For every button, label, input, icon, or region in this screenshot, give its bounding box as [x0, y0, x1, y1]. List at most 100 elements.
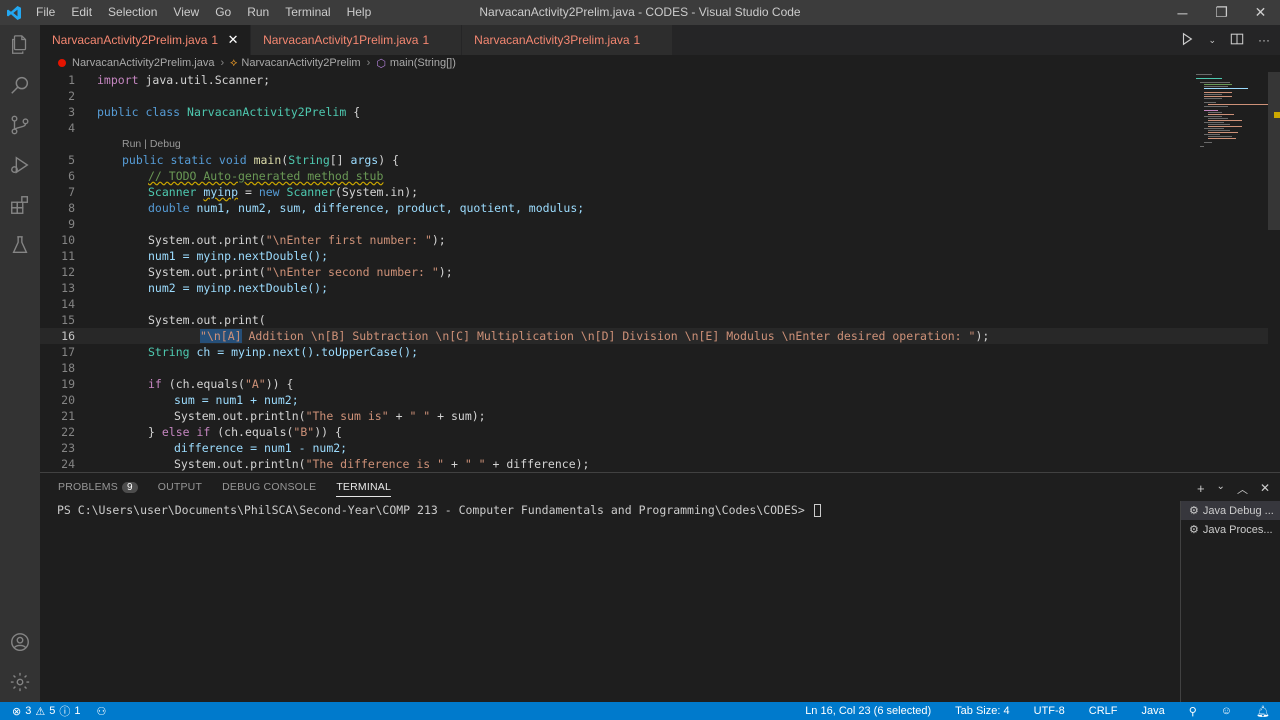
menu-terminal[interactable]: Terminal: [277, 0, 338, 25]
code-line: public class NarvacanActivity2Prelim {: [97, 105, 361, 119]
line-ending[interactable]: CRLF: [1089, 705, 1118, 717]
warning-marker: [1274, 112, 1280, 118]
settings-gear-icon[interactable]: [0, 662, 40, 702]
warning-icon: ⚠: [35, 705, 46, 718]
encoding[interactable]: UTF-8: [1034, 705, 1065, 717]
code-line: System.out.print("\nEnter first number: …: [148, 233, 446, 247]
code-line: sum = num1 + num2;: [174, 393, 299, 407]
codelens-run-debug[interactable]: Run | Debug: [122, 138, 181, 150]
debug-gear-icon: ⚙: [1189, 524, 1199, 536]
extensions-icon[interactable]: [0, 185, 40, 225]
info-count: 1: [74, 705, 81, 717]
code-line: // TODO Auto-generated method stub: [148, 169, 384, 183]
window-controls: ─ ❐ ✕: [1163, 0, 1280, 25]
tab-activity3[interactable]: NarvacanActivity3Prelim.java 1: [462, 25, 674, 55]
editor-scrollbar[interactable]: [1268, 72, 1280, 230]
code-line: num1 = myinp.nextDouble();: [148, 249, 329, 263]
error-icon: [58, 59, 66, 67]
more-actions-icon[interactable]: ···: [1258, 33, 1270, 47]
menu-run[interactable]: Run: [239, 0, 277, 25]
editor-actions: ⌄ ···: [1180, 25, 1270, 55]
minimap[interactable]: [1190, 72, 1268, 472]
close-panel-icon[interactable]: ✕: [1260, 481, 1270, 497]
terminal-prompt: PS C:\Users\user\Documents\PhilSCA\Secon…: [57, 503, 805, 517]
tab-activity1[interactable]: NarvacanActivity1Prelim.java 1: [251, 25, 463, 55]
line-number: 2: [68, 89, 75, 103]
code-line: String ch = myinp.next().toUpperCase();: [148, 345, 419, 359]
new-terminal-icon[interactable]: +: [1197, 481, 1205, 497]
line-number: 18: [61, 361, 75, 375]
run-code-icon[interactable]: [1180, 32, 1194, 49]
notifications-bell-icon[interactable]: 🔔︎: [1256, 705, 1270, 718]
status-bar: ⊗ 3 ⚠ 5 ⓘ 1 ⚇ Ln 16, Col 23 (6 selected) Ta…: [0, 702, 1280, 720]
menu-view[interactable]: View: [165, 0, 207, 25]
split-editor-icon[interactable]: [1230, 32, 1244, 49]
panel-actions: + ⌄ ︿ ✕: [1197, 481, 1270, 497]
menu-go[interactable]: Go: [207, 0, 239, 25]
testing-icon[interactable]: [0, 225, 40, 265]
code-editor[interactable]: 1 import java.util.Scanner; 2 3 public cla…: [40, 72, 1268, 472]
maximize-button[interactable]: ❐: [1202, 0, 1241, 25]
account-icon[interactable]: [0, 622, 40, 662]
line-number: 8: [68, 201, 75, 215]
tab-problems[interactable]: PROBLEMS 9: [58, 481, 138, 497]
menu-help[interactable]: Help: [339, 0, 380, 25]
status-right: Ln 16, Col 23 (6 selected) Tab Size: 4 U…: [805, 702, 1270, 720]
terminal-output[interactable]: PS C:\Users\user\Documents\PhilSCA\Secon…: [57, 503, 821, 517]
pin-icon[interactable]: ⚲: [1189, 705, 1197, 718]
minimize-button[interactable]: ─: [1163, 0, 1202, 25]
error-count: 3: [25, 705, 32, 717]
chevron-right-icon: ›: [366, 57, 371, 69]
code-line: System.out.println("The sum is" + " " + …: [174, 409, 486, 423]
tab-debug-console[interactable]: DEBUG CONSOLE: [222, 481, 316, 497]
menu-file[interactable]: File: [28, 0, 63, 25]
code-line: } else if (ch.equals("B")) {: [148, 425, 342, 439]
warning-count: 5: [49, 705, 56, 717]
breadcrumb-file[interactable]: NarvacanActivity2Prelim.java: [72, 57, 214, 69]
tab-terminal[interactable]: TERMINAL: [336, 481, 392, 497]
line-number: 3: [68, 105, 75, 119]
info-icon: ⓘ: [59, 706, 71, 718]
code-line: num2 = myinp.nextDouble();: [148, 281, 329, 295]
method-icon: ⬡: [376, 57, 386, 70]
problems-status[interactable]: ⊗ 3 ⚠ 5 ⓘ 1 ⚇: [0, 703, 106, 719]
breadcrumb-method[interactable]: main(String[]): [390, 57, 456, 69]
run-dropdown-icon[interactable]: ⌄: [1208, 35, 1216, 46]
terminal-cursor: [813, 504, 821, 517]
vscode-logo-icon: [0, 0, 28, 25]
error-icon: ⊗: [12, 705, 22, 718]
line-number: 5: [68, 153, 75, 167]
menu-selection[interactable]: Selection: [100, 0, 165, 25]
tab-output[interactable]: OUTPUT: [158, 481, 202, 497]
code-line: System.out.print("\nEnter second number:…: [148, 265, 453, 279]
explorer-icon[interactable]: [0, 25, 40, 65]
code-line: public static void main(String[] args) {: [122, 153, 400, 167]
run-debug-icon[interactable]: [0, 145, 40, 185]
terminal-dropdown-icon[interactable]: ⌄: [1217, 481, 1225, 497]
terminal-item-java-debug[interactable]: ⚙ Java Debug ...: [1181, 501, 1280, 520]
terminal-item-java-process[interactable]: ⚙ Java Proces...: [1181, 520, 1280, 539]
language-mode[interactable]: Java: [1141, 705, 1164, 717]
close-window-button[interactable]: ✕: [1241, 0, 1280, 25]
line-number: 16: [61, 329, 75, 343]
tab-size[interactable]: Tab Size: 4: [955, 705, 1009, 717]
menu-edit[interactable]: Edit: [63, 0, 100, 25]
debug-status-icon[interactable]: ⚇: [96, 705, 106, 718]
close-tab-icon[interactable]: ✕: [226, 32, 240, 48]
maximize-panel-icon[interactable]: ︿: [1237, 481, 1248, 497]
feedback-icon[interactable]: ☺: [1221, 705, 1232, 717]
search-icon[interactable]: [0, 65, 40, 105]
line-number: 15: [61, 313, 75, 327]
tab-problem-count: 1: [633, 33, 641, 47]
code-line: import java.util.Scanner;: [97, 73, 271, 87]
source-control-icon[interactable]: [0, 105, 40, 145]
cursor-position[interactable]: Ln 16, Col 23 (6 selected): [805, 705, 931, 717]
tab-activity2[interactable]: NarvacanActivity2Prelim.java 1 ✕: [40, 25, 252, 55]
breadcrumb: NarvacanActivity2Prelim.java › ⟡ Narvaca…: [40, 55, 1280, 71]
terminal-list: ⚙ Java Debug ... ⚙ Java Proces...: [1180, 501, 1280, 703]
tab-label: NarvacanActivity1Prelim.java: [263, 33, 419, 47]
tab-problem-count: 1: [211, 33, 219, 47]
breadcrumb-class[interactable]: NarvacanActivity2Prelim: [241, 57, 360, 69]
line-number: 9: [68, 217, 75, 231]
code-line: System.out.print(: [148, 313, 266, 327]
